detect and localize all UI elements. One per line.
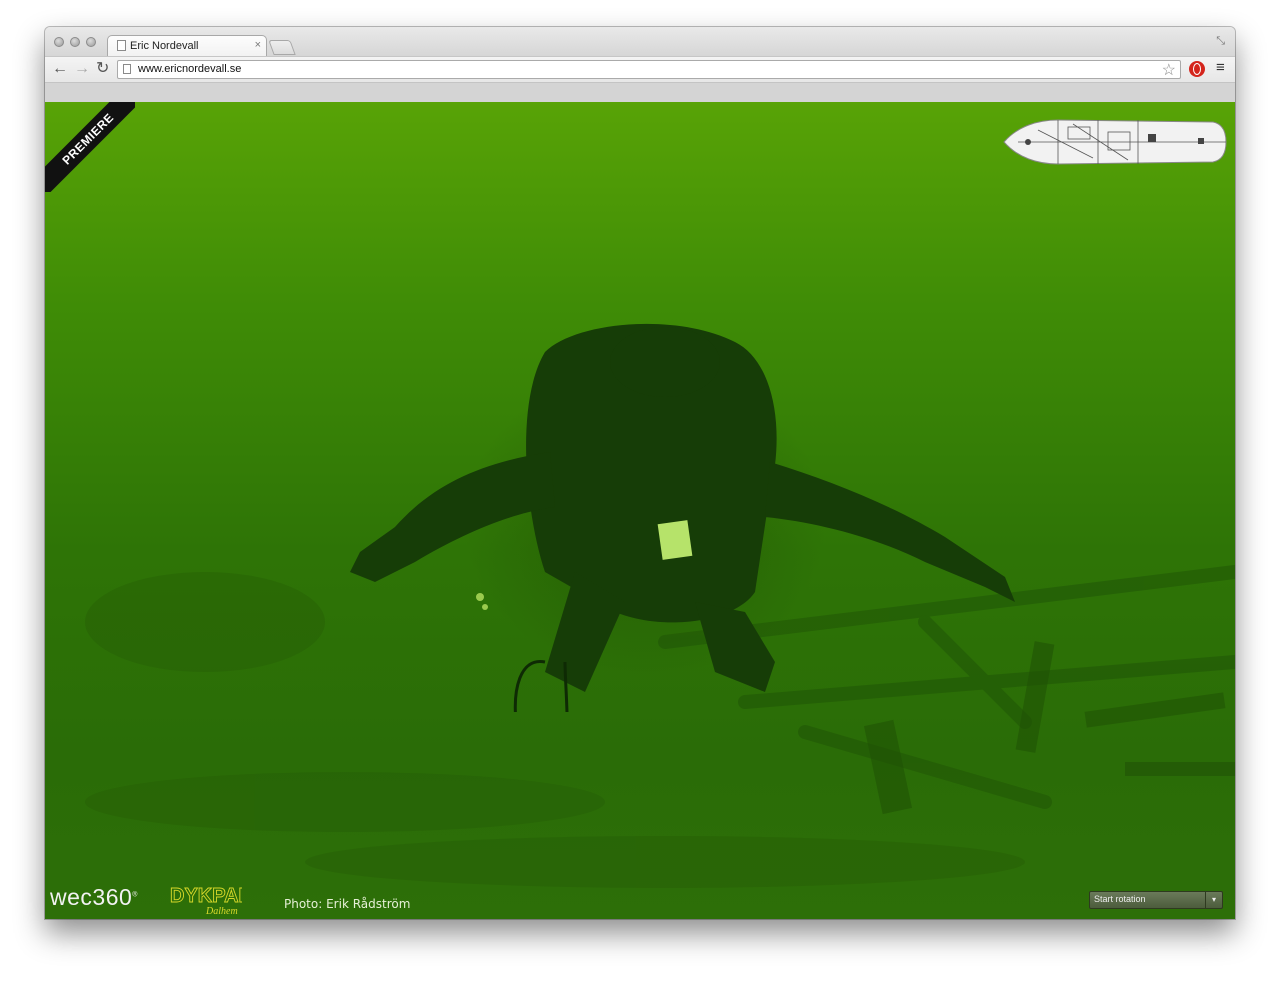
rotation-select[interactable]: Start rotation ▾ [1089,891,1223,909]
forward-icon[interactable]: → [74,60,90,78]
reload-icon[interactable]: ↻ [96,60,109,78]
menu-icon[interactable]: ≡ [1216,60,1225,76]
bookmarks-bar [45,82,1235,103]
dykpark-subtext: Dalhem [205,906,238,916]
url-text[interactable]: www.ericnordevall.se [138,63,241,75]
wec360-logo[interactable]: wec360® [50,884,138,911]
diver-image [350,323,1015,712]
back-icon[interactable]: ← [52,60,68,78]
opera-extension-icon[interactable] [1189,61,1205,77]
restore-icon[interactable]: ⤡ [1216,35,1225,48]
zoom-window-button[interactable] [86,37,96,47]
premiere-label: PREMIERE [45,102,135,192]
photo-credit: Photo: Erik Rådström [284,897,411,911]
dykpark-text: DYKPARK [170,885,242,907]
rotation-select-value: Start rotation [1094,894,1146,904]
dykpark-logo[interactable]: DYKPARK Dalhem [170,882,242,916]
registered-mark: ® [132,891,138,899]
tab-close-icon[interactable]: × [255,39,261,51]
star-icon[interactable]: ☆ [1162,60,1176,80]
tab-title: Eric Nordevall [130,40,199,52]
wec360-text: wec360 [50,884,133,910]
close-window-button[interactable] [54,37,64,47]
premiere-ribbon: PREMIERE [45,102,135,192]
tab-eric-nordevall[interactable]: Eric Nordevall × [107,35,267,56]
title-bar: Eric Nordevall × ⤡ [45,27,1235,56]
address-bar[interactable]: www.ericnordevall.se ☆ [117,60,1181,79]
browser-window: Eric Nordevall × ⤡ ← → ↻ www.ericnordeva… [45,27,1235,919]
panorama-viewer[interactable]: PREMIERE wec360® DYKPA Dalhem Photo: Eri… [45,102,1235,919]
minimize-window-button[interactable] [70,37,80,47]
ship-plan-map[interactable] [998,112,1228,170]
page-icon [117,40,126,51]
page-icon [123,64,131,74]
browser-toolbar: ← → ↻ www.ericnordevall.se ☆ ≡ [45,56,1235,83]
chevron-down-icon[interactable]: ▾ [1205,892,1222,908]
new-tab-button[interactable] [268,40,296,55]
